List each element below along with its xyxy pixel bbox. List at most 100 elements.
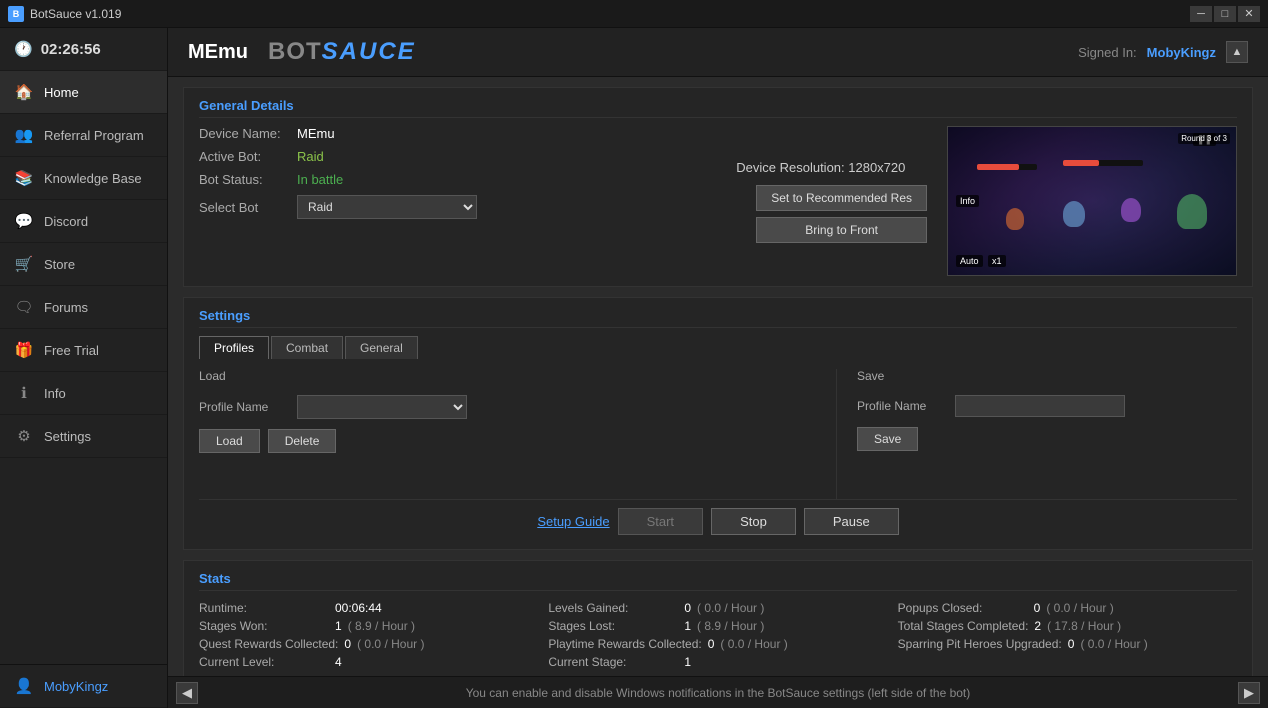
game-info-badge: Info bbox=[956, 195, 979, 207]
minimize-button[interactable]: ─ bbox=[1190, 6, 1212, 22]
select-bot-row: Select Bot Raid Arena Tower Campaign bbox=[199, 195, 716, 219]
sidebar-item-store[interactable]: 🛒 Store bbox=[0, 243, 167, 286]
tab-combat[interactable]: Combat bbox=[271, 336, 343, 359]
app-icon: B bbox=[8, 6, 24, 22]
save-profile-row: Profile Name bbox=[857, 395, 1237, 417]
stats-section: Stats Runtime: 00:06:44 Stages Won: 1 ( … bbox=[183, 560, 1253, 676]
load-profile-row: Profile Name bbox=[199, 395, 816, 419]
stat-levels-gained: Levels Gained: 0 ( 0.0 / Hour ) bbox=[548, 599, 887, 617]
nav-prev-button[interactable]: ◀ bbox=[176, 682, 198, 704]
load-title: Load bbox=[199, 369, 816, 383]
sidebar-item-info[interactable]: ℹ Info bbox=[0, 372, 167, 415]
stat-playtime-value: 0 bbox=[708, 637, 715, 651]
select-bot-label: Select Bot bbox=[199, 200, 289, 215]
nav-next-button[interactable]: ▶ bbox=[1238, 682, 1260, 704]
header-right: Signed In: MobyKingz ▲ bbox=[1078, 41, 1248, 63]
setup-guide-button[interactable]: Setup Guide bbox=[537, 514, 609, 529]
game-round-badge: Round 3 of 3 bbox=[1178, 133, 1230, 144]
close-button[interactable]: ✕ bbox=[1238, 6, 1260, 22]
game-preview: ❚❚ Info Auto x1 Round 3 of 3 bbox=[947, 126, 1237, 276]
sidebar-item-home[interactable]: 🏠 Home bbox=[0, 71, 167, 114]
stat-level-value: 4 bbox=[335, 655, 342, 669]
title-bar-left: B BotSauce v1.019 bbox=[8, 6, 121, 22]
save-panel: Save Profile Name Save bbox=[837, 369, 1237, 499]
details-left: Device Name: MEmu Active Bot: Raid Bot S… bbox=[199, 126, 716, 276]
sidebar-item-knowledge[interactable]: 📚 Knowledge Base bbox=[0, 157, 167, 200]
stat-popups-value: 0 bbox=[1034, 601, 1041, 615]
info-icon: ℹ bbox=[14, 383, 34, 403]
device-name-row: Device Name: MEmu bbox=[199, 126, 716, 141]
sidebar-label-settings: Settings bbox=[44, 429, 91, 444]
forums-icon: 🗨 bbox=[14, 297, 34, 317]
stat-popups: Popups Closed: 0 ( 0.0 / Hour ) bbox=[898, 599, 1237, 617]
main-scroll: General Details Device Name: MEmu Active… bbox=[168, 77, 1268, 676]
main-header: MEmu BOT SAUCE Signed In: MobyKingz ▲ bbox=[168, 28, 1268, 77]
bring-to-front-button[interactable]: Bring to Front bbox=[756, 217, 927, 243]
stat-stages-lost-rate: ( 8.9 / Hour ) bbox=[697, 619, 764, 633]
game-scene: ❚❚ Info Auto x1 Round 3 of 3 bbox=[948, 127, 1236, 275]
stat-levels-gained-label: Levels Gained: bbox=[548, 601, 678, 615]
game-canvas: ❚❚ Info Auto x1 Round 3 of 3 bbox=[948, 127, 1236, 275]
save-button[interactable]: Save bbox=[857, 427, 918, 451]
save-profile-input[interactable] bbox=[955, 395, 1125, 417]
settings-icon: ⚙ bbox=[14, 426, 34, 446]
device-name-value: MEmu bbox=[297, 126, 335, 141]
sidebar-item-forums[interactable]: 🗨 Forums bbox=[0, 286, 167, 329]
stat-quest-rate: ( 0.0 / Hour ) bbox=[357, 637, 424, 651]
stat-levels-gained-rate: ( 0.0 / Hour ) bbox=[697, 601, 764, 615]
start-button[interactable]: Start bbox=[618, 508, 703, 535]
stat-popups-label: Popups Closed: bbox=[898, 601, 1028, 615]
stat-current-stage: Current Stage: 1 bbox=[548, 653, 887, 671]
stop-button[interactable]: Stop bbox=[711, 508, 796, 535]
stat-stages-won-label: Stages Won: bbox=[199, 619, 329, 633]
pause-button[interactable]: Pause bbox=[804, 508, 899, 535]
stats-col-3: Popups Closed: 0 ( 0.0 / Hour ) Total St… bbox=[898, 599, 1237, 671]
sidebar-label-store: Store bbox=[44, 257, 75, 272]
details-buttons: Set to Recommended Res Bring to Front bbox=[756, 185, 927, 243]
details-grid: Device Name: MEmu Active Bot: Raid Bot S… bbox=[199, 126, 1237, 276]
sidebar-label-freetrial: Free Trial bbox=[44, 343, 99, 358]
general-details-section: General Details Device Name: MEmu Active… bbox=[183, 87, 1253, 287]
tab-profiles[interactable]: Profiles bbox=[199, 336, 269, 359]
set-resolution-button[interactable]: Set to Recommended Res bbox=[756, 185, 927, 211]
stat-runtime-label: Runtime: bbox=[199, 601, 329, 615]
stat-total-stages-label: Total Stages Completed: bbox=[898, 619, 1029, 633]
tab-content: Load Profile Name Load Delete bbox=[199, 369, 1237, 499]
load-button[interactable]: Load bbox=[199, 429, 260, 453]
sidebar-item-settings[interactable]: ⚙ Settings bbox=[0, 415, 167, 458]
app-logo: BOT SAUCE bbox=[268, 38, 416, 66]
stat-runtime: Runtime: 00:06:44 bbox=[199, 599, 538, 617]
collapse-button[interactable]: ▲ bbox=[1226, 41, 1248, 63]
stat-stages-lost-value: 1 bbox=[684, 619, 691, 633]
stat-sparring-value: 0 bbox=[1068, 637, 1075, 651]
sidebar-item-user[interactable]: 👤 MobyKingz bbox=[0, 664, 167, 708]
sidebar: 🕐 02:26:56 🏠 Home 👥 Referral Program 📚 K… bbox=[0, 28, 168, 708]
sidebar-item-discord[interactable]: 💬 Discord bbox=[0, 200, 167, 243]
sidebar-item-referral[interactable]: 👥 Referral Program bbox=[0, 114, 167, 157]
settings-header: Settings bbox=[199, 308, 1237, 328]
freetrial-icon: 🎁 bbox=[14, 340, 34, 360]
maximize-button[interactable]: □ bbox=[1214, 6, 1236, 22]
user-icon: 👤 bbox=[14, 676, 34, 696]
select-bot-dropdown[interactable]: Raid Arena Tower Campaign bbox=[297, 195, 477, 219]
sidebar-label-home: Home bbox=[44, 85, 79, 100]
general-details-header: General Details bbox=[199, 98, 1237, 118]
bot-status-value: In battle bbox=[297, 172, 343, 187]
save-profile-label: Profile Name bbox=[857, 399, 947, 413]
sidebar-user-label: MobyKingz bbox=[44, 679, 108, 694]
knowledge-icon: 📚 bbox=[14, 168, 34, 188]
tab-general[interactable]: General bbox=[345, 336, 418, 359]
logo-sauce: SAUCE bbox=[322, 38, 416, 66]
stats-col-2: Levels Gained: 0 ( 0.0 / Hour ) Stages L… bbox=[548, 599, 887, 671]
referral-icon: 👥 bbox=[14, 125, 34, 145]
device-name-header: MEmu bbox=[188, 41, 248, 64]
load-profile-select[interactable] bbox=[297, 395, 467, 419]
load-buttons-row: Load Delete bbox=[199, 429, 816, 453]
stat-sparring-label: Sparring Pit Heroes Upgraded: bbox=[898, 637, 1062, 651]
sidebar-label-knowledge: Knowledge Base bbox=[44, 171, 142, 186]
sidebar-item-freetrial[interactable]: 🎁 Free Trial bbox=[0, 329, 167, 372]
delete-button[interactable]: Delete bbox=[268, 429, 337, 453]
home-icon: 🏠 bbox=[14, 82, 34, 102]
signed-in-label: Signed In: bbox=[1078, 45, 1137, 60]
clock-value: 02:26:56 bbox=[41, 41, 101, 58]
